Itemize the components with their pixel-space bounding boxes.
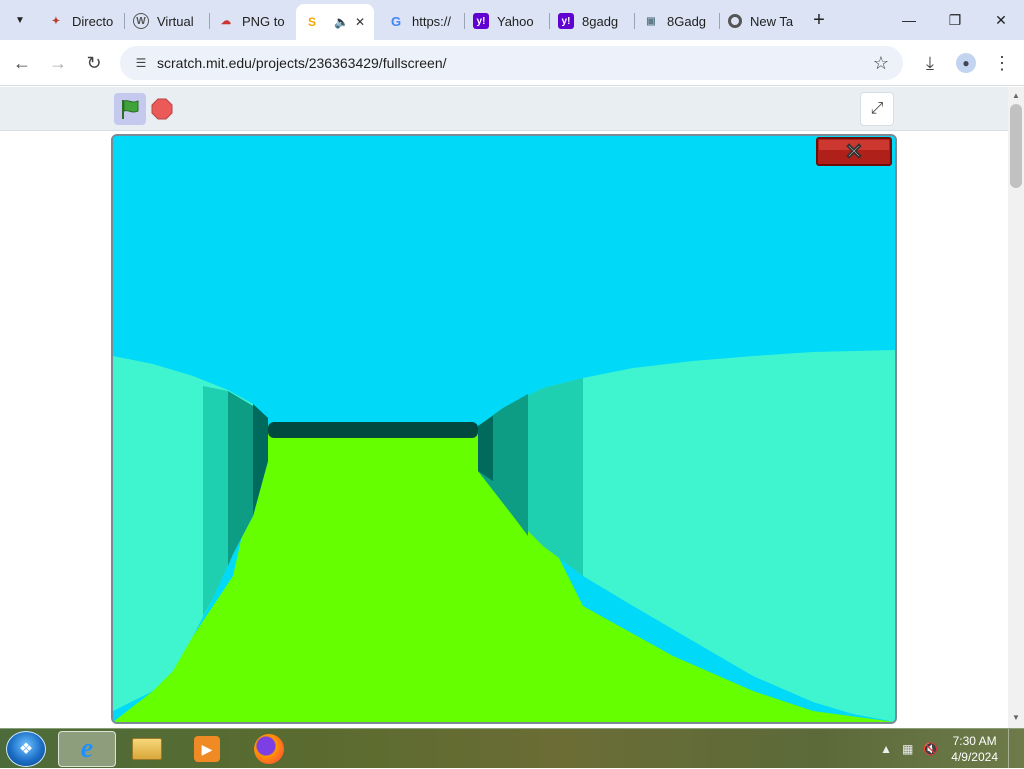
tab-google[interactable]: G https:// xyxy=(380,6,464,36)
tab-title: 8Gadg xyxy=(667,13,707,29)
tab-title: PNG to xyxy=(242,13,285,29)
tab-title: Yahoo xyxy=(497,13,534,29)
scratch-icon: S xyxy=(307,15,316,29)
tab-title: New Ta xyxy=(750,13,794,29)
tab-directo[interactable]: ✦ Directo xyxy=(40,6,124,36)
google-icon: G xyxy=(390,13,402,29)
new-tab-button[interactable]: + xyxy=(807,8,831,32)
chevron-down-icon: ▼ xyxy=(15,14,25,26)
plus-icon: + xyxy=(813,8,825,31)
close-window-button[interactable]: ✕ xyxy=(978,0,1024,40)
arrow-left-icon: ← xyxy=(13,52,31,73)
site-info-icon[interactable]: ☰ xyxy=(132,54,150,72)
tab-png[interactable]: ☁ PNG to xyxy=(210,6,294,36)
url-text[interactable]: scratch.mit.edu/projects/236363429/fulls… xyxy=(157,55,447,71)
close-sprite-button[interactable]: ✕ xyxy=(816,137,892,166)
scroll-thumb[interactable] xyxy=(1010,104,1022,188)
yahoo-icon: y! xyxy=(473,13,489,29)
clock[interactable]: 7:30 AM 4/9/2024 xyxy=(951,733,998,765)
stop-button[interactable] xyxy=(150,97,174,121)
network-icon[interactable]: ▦ xyxy=(902,742,913,756)
taskbar-firefox[interactable] xyxy=(240,731,298,767)
speaker-icon[interactable]: 🔈 xyxy=(334,15,349,29)
address-bar[interactable]: ☰ scratch.mit.edu/projects/236363429/ful… xyxy=(120,46,903,80)
tab-scratch-active[interactable]: S 🔈 ✕ xyxy=(296,4,374,40)
scratch-stage[interactable]: ✕ xyxy=(111,134,897,724)
monitor-icon: ▣ xyxy=(646,15,656,27)
scroll-down-arrow-icon[interactable]: ▼ xyxy=(1012,713,1020,722)
close-icon: ✕ xyxy=(995,11,1007,28)
bookmark-star-icon[interactable]: ☆ xyxy=(873,53,889,74)
start-button[interactable]: ❖ xyxy=(6,731,46,767)
clock-time: 7:30 AM xyxy=(952,734,997,748)
show-desktop-button[interactable] xyxy=(1008,729,1024,769)
game-canvas[interactable]: ✕ xyxy=(113,136,895,722)
profile-button[interactable]: ● xyxy=(952,49,980,77)
yahoo-icon: y! xyxy=(558,13,574,29)
reload-button[interactable]: ↻ xyxy=(80,49,108,77)
file-explorer-icon xyxy=(132,738,162,760)
tab-title: Virtual xyxy=(157,13,194,29)
page-content: ⤢ ✕ ▲ ▼ xyxy=(0,87,1024,728)
show-hidden-icons-icon[interactable]: ▲ xyxy=(880,742,892,756)
tab-title: https:// xyxy=(412,13,452,29)
taskbar-media-player[interactable]: ▶ xyxy=(178,731,236,767)
arrow-right-icon: → xyxy=(49,52,67,73)
green-flag-button[interactable] xyxy=(114,93,146,125)
forward-button[interactable]: → xyxy=(44,49,72,77)
collapse-icon: ⤢ xyxy=(870,100,884,117)
tab-strip: ▼ ✦ Directo W Virtual ☁ PNG to S 🔈 ✕ G h… xyxy=(0,0,1024,40)
tab-8gadg-2[interactable]: ▣ 8Gadg xyxy=(635,6,719,36)
stop-sign-icon xyxy=(151,98,173,120)
media-player-icon: ▶ xyxy=(194,736,220,762)
close-tab-icon[interactable]: ✕ xyxy=(355,15,365,29)
scratch-controls-bar: ⤢ xyxy=(0,87,1008,131)
tab-search-button[interactable]: ▼ xyxy=(8,8,32,32)
scroll-up-arrow-icon[interactable]: ▲ xyxy=(1012,91,1020,100)
green-flag-icon xyxy=(122,100,139,119)
firefox-icon xyxy=(254,734,284,764)
vertical-scrollbar[interactable]: ▲ ▼ xyxy=(1008,87,1024,728)
menu-button[interactable]: ⋮ xyxy=(988,49,1016,77)
downloads-button[interactable]: ⤓ xyxy=(916,49,944,77)
clock-date: 4/9/2024 xyxy=(951,750,998,764)
exit-fullscreen-button[interactable]: ⤢ xyxy=(860,92,894,126)
tab-yahoo[interactable]: y! Yahoo xyxy=(465,6,549,36)
tab-8gadg[interactable]: y! 8gadg xyxy=(550,6,634,36)
browser-toolbar: ← → ↻ ☰ scratch.mit.edu/projects/2363634… xyxy=(0,40,1024,86)
tab-title: Directo xyxy=(72,13,114,29)
red-bird-icon: ✦ xyxy=(51,15,61,27)
avatar-icon: ● xyxy=(956,53,976,73)
taskbar: ❖ e ▶ ▲ ▦ 🔇 7:30 AM 4/9/2024 xyxy=(0,728,1024,769)
taskbar-internet-explorer[interactable]: e xyxy=(58,731,116,767)
wikipedia-icon: W xyxy=(133,13,149,29)
system-tray: ▲ ▦ 🔇 7:30 AM 4/9/2024 xyxy=(875,729,998,769)
taskbar-file-explorer[interactable] xyxy=(118,731,176,767)
reload-icon: ↻ xyxy=(86,52,102,73)
download-icon: ⤓ xyxy=(926,52,934,73)
minimize-icon: — xyxy=(902,12,916,28)
restore-button[interactable]: ❐ xyxy=(932,0,978,40)
cloud-icon: ☁ xyxy=(221,15,231,27)
minimize-button[interactable]: — xyxy=(886,0,932,40)
back-button[interactable]: ← xyxy=(8,49,36,77)
restore-icon: ❐ xyxy=(948,11,962,28)
tab-new-tab[interactable]: New Ta xyxy=(720,6,804,36)
volume-muted-icon[interactable]: 🔇 xyxy=(923,742,938,756)
internet-explorer-icon: e xyxy=(80,733,94,764)
windows-logo-icon: ❖ xyxy=(18,741,34,758)
kebab-menu-icon: ⋮ xyxy=(993,52,1011,73)
close-x-icon: ✕ xyxy=(845,139,863,164)
back-wall xyxy=(268,422,478,438)
tab-title: 8gadg xyxy=(582,13,619,29)
right-wall-shade-darker xyxy=(478,416,493,481)
chrome-icon xyxy=(728,14,742,28)
tab-virtual[interactable]: W Virtual xyxy=(125,6,209,36)
